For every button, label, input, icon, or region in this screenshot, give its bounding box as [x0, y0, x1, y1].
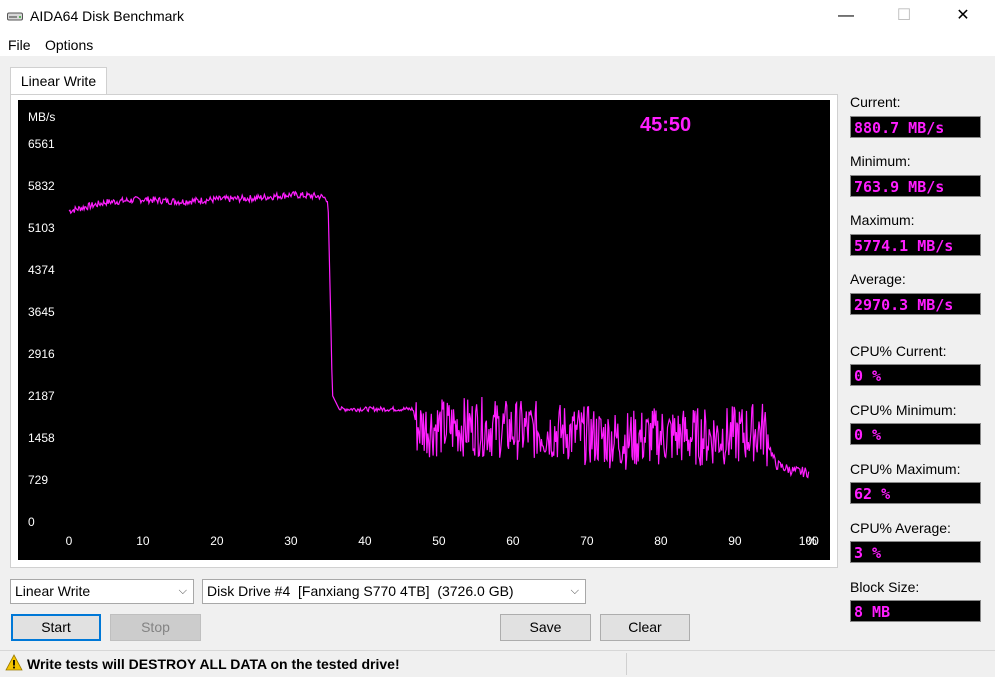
minimize-button[interactable]: — [823, 0, 869, 32]
test-type-select[interactable]: Linear Write ⌵ [10, 579, 194, 604]
save-button[interactable]: Save [500, 614, 591, 641]
status-bar: Write tests will DESTROY ALL DATA on the… [0, 650, 995, 677]
current-value: 880.7 MB/s [850, 116, 981, 138]
stop-button[interactable]: Stop [110, 614, 201, 641]
block-size-label: Block Size: [850, 579, 920, 595]
menu-bar: File Options [0, 34, 995, 56]
cpu-minimum-label: CPU% Minimum: [850, 402, 957, 418]
cpu-minimum-value: 0 % [850, 423, 981, 445]
status-divider [626, 653, 627, 675]
close-button[interactable]: ✕ [940, 0, 986, 32]
window-title: AIDA64 Disk Benchmark [30, 8, 185, 24]
benchmark-chart: MB/s 6561 5832 5103 4374 3645 2916 2187 1458 729… [18, 100, 830, 560]
maximum-label: Maximum: [850, 212, 915, 228]
start-button[interactable]: Start [11, 614, 101, 641]
plot-area [68, 190, 810, 479]
menu-file[interactable]: File [8, 37, 31, 53]
cpu-average-label: CPU% Average: [850, 520, 951, 536]
cpu-current-value: 0 % [850, 364, 981, 386]
cpu-current-label: CPU% Current: [850, 343, 947, 359]
menu-options[interactable]: Options [45, 37, 93, 53]
drive-select[interactable]: Disk Drive #4 [Fanxiang S770 4TB] (3726.… [202, 579, 586, 604]
test-type-value: Linear Write [15, 583, 91, 599]
block-size-value: 8 MB [850, 600, 981, 622]
drive-value: Disk Drive #4 [Fanxiang S770 4TB] (3726.… [207, 583, 514, 599]
title-bar: AIDA64 Disk Benchmark — ☐ ✕ [0, 0, 995, 34]
warning-icon [5, 654, 23, 671]
disk-app-icon [7, 12, 23, 21]
cpu-maximum-label: CPU% Maximum: [850, 461, 961, 477]
tab-linear-write[interactable]: Linear Write [10, 67, 107, 95]
warning-message: Write tests will DESTROY ALL DATA on the… [27, 656, 400, 672]
clear-button[interactable]: Clear [600, 614, 690, 641]
current-label: Current: [850, 94, 901, 110]
minimum-value: 763.9 MB/s [850, 175, 981, 197]
average-value: 2970.3 MB/s [850, 293, 981, 315]
maximize-button[interactable]: ☐ [881, 0, 927, 32]
chevron-down-icon: ⌵ [570, 585, 579, 597]
maximum-value: 5774.1 MB/s [850, 234, 981, 256]
elapsed-timer: 45:50 [640, 114, 692, 136]
cpu-average-value: 3 % [850, 541, 981, 563]
minimum-label: Minimum: [850, 153, 911, 169]
chevron-down-icon: ⌵ [178, 585, 187, 597]
average-label: Average: [850, 271, 906, 287]
write-speed-line [68, 190, 810, 479]
cpu-maximum-value: 62 % [850, 482, 981, 504]
